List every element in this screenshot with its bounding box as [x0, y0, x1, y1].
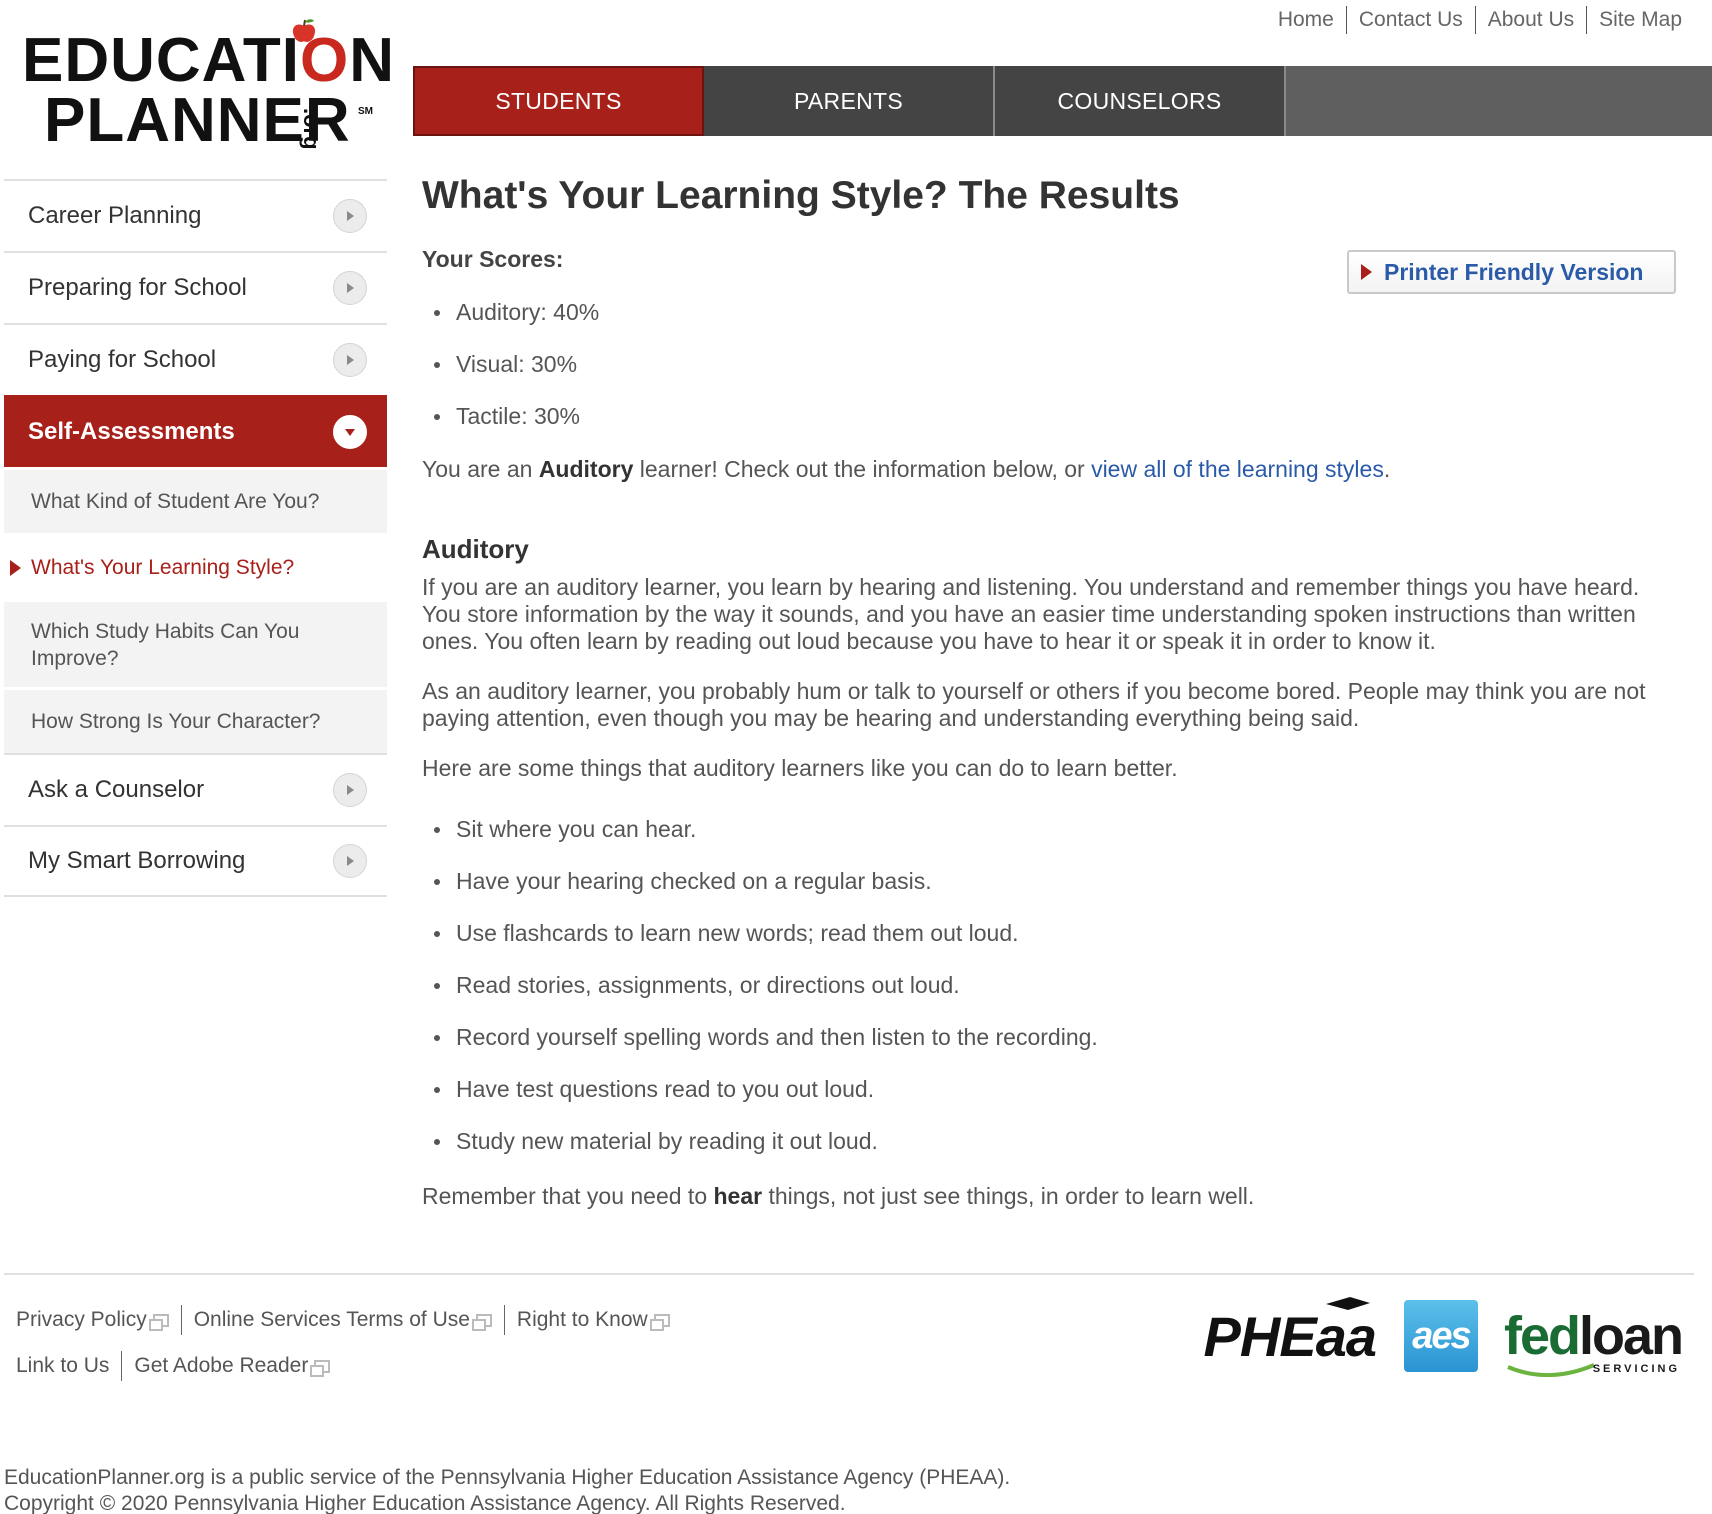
right-to-know-link[interactable]: Right to Know [505, 1308, 682, 1332]
sidebar-subitem-learning-style[interactable]: What's Your Learning Style? [4, 533, 387, 599]
current-page-caret-icon [10, 559, 21, 576]
sidebar-item-label: Self-Assessments [28, 418, 235, 445]
sidebar-item-career-planning[interactable]: Career Planning [4, 179, 387, 251]
get-adobe-reader-link[interactable]: Get Adobe Reader [122, 1354, 342, 1378]
footer-links: Privacy Policy Online Services Terms of … [4, 1305, 682, 1397]
legal-line-1: EducationPlanner.org is a public service… [4, 1466, 1011, 1489]
list-item: Have test questions read to you out loud… [434, 1063, 1662, 1115]
sidebar-item-preparing-for-school[interactable]: Preparing for School [4, 251, 387, 323]
list-item: Study new material by reading it out lou… [434, 1115, 1662, 1167]
sidebar-item-label: Paying for School [28, 346, 217, 373]
utility-links: Home Contact Us About Us Site Map [1266, 6, 1682, 34]
chevron-down-icon [333, 415, 367, 449]
list-item: Use flashcards to learn new words; read … [434, 907, 1662, 959]
privacy-policy-link[interactable]: Privacy Policy [4, 1308, 181, 1332]
partner-logos: PHEaa aes fedloan SERVICING [1204, 1296, 1684, 1377]
sidebar-item-my-smart-borrowing[interactable]: My Smart Borrowing [4, 825, 387, 897]
tab-students[interactable]: STUDENTS [413, 66, 704, 136]
play-arrow-icon [1361, 264, 1372, 280]
sidebar-item-label: Preparing for School [28, 274, 247, 301]
tips-intro: Here are some things that auditory learn… [422, 755, 1178, 781]
aes-logo[interactable]: aes [1403, 1300, 1478, 1372]
sidebar-subitem-label: What's Your Learning Style? [31, 555, 295, 579]
swoosh-icon [1507, 1363, 1595, 1377]
printer-friendly-label: Printer Friendly Version [1384, 258, 1644, 285]
sidebar-subitem-character[interactable]: How Strong Is Your Character? [4, 687, 387, 753]
about-us-link[interactable]: About Us [1476, 6, 1586, 34]
chevron-right-icon [333, 773, 367, 807]
tab-parents[interactable]: PARENTS [704, 66, 995, 136]
sidebar-item-paying-for-school[interactable]: Paying for School [4, 323, 387, 395]
list-item: Sit where you can hear. [434, 803, 1662, 855]
logo-org: .org [299, 108, 324, 150]
sidebar-item-self-assessments[interactable]: Self-Assessments [4, 395, 387, 467]
footer-divider [4, 1273, 1694, 1275]
external-window-icon [649, 1313, 670, 1331]
chevron-right-icon [333, 199, 367, 233]
tips-list: Sit where you can hear. Have your hearin… [434, 803, 1662, 1167]
sidebar-item-ask-a-counselor[interactable]: Ask a Counselor [4, 753, 387, 825]
score-auditory: Auditory: 40% [434, 286, 1662, 338]
sidebar-item-label: Ask a Counselor [28, 776, 205, 803]
sidebar-nav: Career Planning Preparing for School Pay… [4, 179, 387, 897]
home-link[interactable]: Home [1266, 6, 1346, 34]
site-map-link[interactable]: Site Map [1587, 6, 1682, 34]
sidebar-item-label: Career Planning [28, 202, 202, 229]
logo-line-1: EDUCATION [22, 26, 395, 95]
auditory-description: If you are an auditory learner, you lear… [422, 574, 1640, 654]
external-window-icon [471, 1313, 492, 1331]
score-tactile: Tactile: 30% [434, 390, 1662, 442]
list-item: Have your hearing checked on a regular b… [434, 855, 1662, 907]
list-item: Record yourself spelling words and then … [434, 1011, 1662, 1063]
graduation-cap-icon [1325, 1296, 1370, 1310]
closing-statement: Remember that you need to hear things, n… [422, 1183, 1255, 1209]
chevron-right-icon [333, 343, 367, 377]
chevron-right-icon [333, 271, 367, 305]
education-planner-logo[interactable]: EDUCATION PLANNER .org SM [22, 18, 394, 152]
tab-counselors[interactable]: COUNSELORS [995, 66, 1286, 136]
view-all-learning-styles-link[interactable]: view all of the learning styles [1091, 456, 1384, 482]
terms-of-use-link[interactable]: Online Services Terms of Use [182, 1308, 504, 1332]
copyright: Copyright © 2020 Pennsylvania Higher Edu… [4, 1492, 846, 1514]
sidebar-subitem-kind-of-student[interactable]: What Kind of Student Are You? [4, 467, 387, 533]
pheaa-logo[interactable]: PHEaa [1204, 1296, 1377, 1369]
section-heading-auditory: Auditory [422, 534, 529, 564]
list-item: Read stories, assignments, or directions… [434, 959, 1662, 1011]
link-to-us-link[interactable]: Link to Us [4, 1354, 121, 1378]
external-window-icon [310, 1359, 331, 1377]
fedloan-logo[interactable]: fedloan SERVICING [1504, 1309, 1684, 1377]
chevron-right-icon [333, 844, 367, 878]
main-content: What's Your Learning Style? The Results … [422, 168, 1676, 1210]
logo-tm: SM [358, 106, 373, 117]
result-statement: You are an Auditory learner! Check out t… [422, 456, 1391, 482]
sidebar-item-label: My Smart Borrowing [28, 847, 246, 874]
nav-filler [1286, 66, 1712, 136]
scores-list: Auditory: 40% Visual: 30% Tactile: 30% [434, 286, 1662, 442]
auditory-behavior: As an auditory learner, you probably hum… [422, 678, 1646, 731]
sidebar-subitem-study-habits[interactable]: Which Study Habits Can You Improve? [4, 599, 387, 687]
main-nav: STUDENTS PARENTS COUNSELORS [413, 66, 1712, 136]
score-visual: Visual: 30% [434, 338, 1662, 390]
page-title: What's Your Learning Style? The Results [422, 174, 1180, 217]
legal-text: EducationPlanner.org is a public service… [4, 1465, 1010, 1514]
external-window-icon [148, 1313, 169, 1331]
result-style: Auditory [538, 456, 634, 482]
contact-us-link[interactable]: Contact Us [1347, 6, 1475, 34]
